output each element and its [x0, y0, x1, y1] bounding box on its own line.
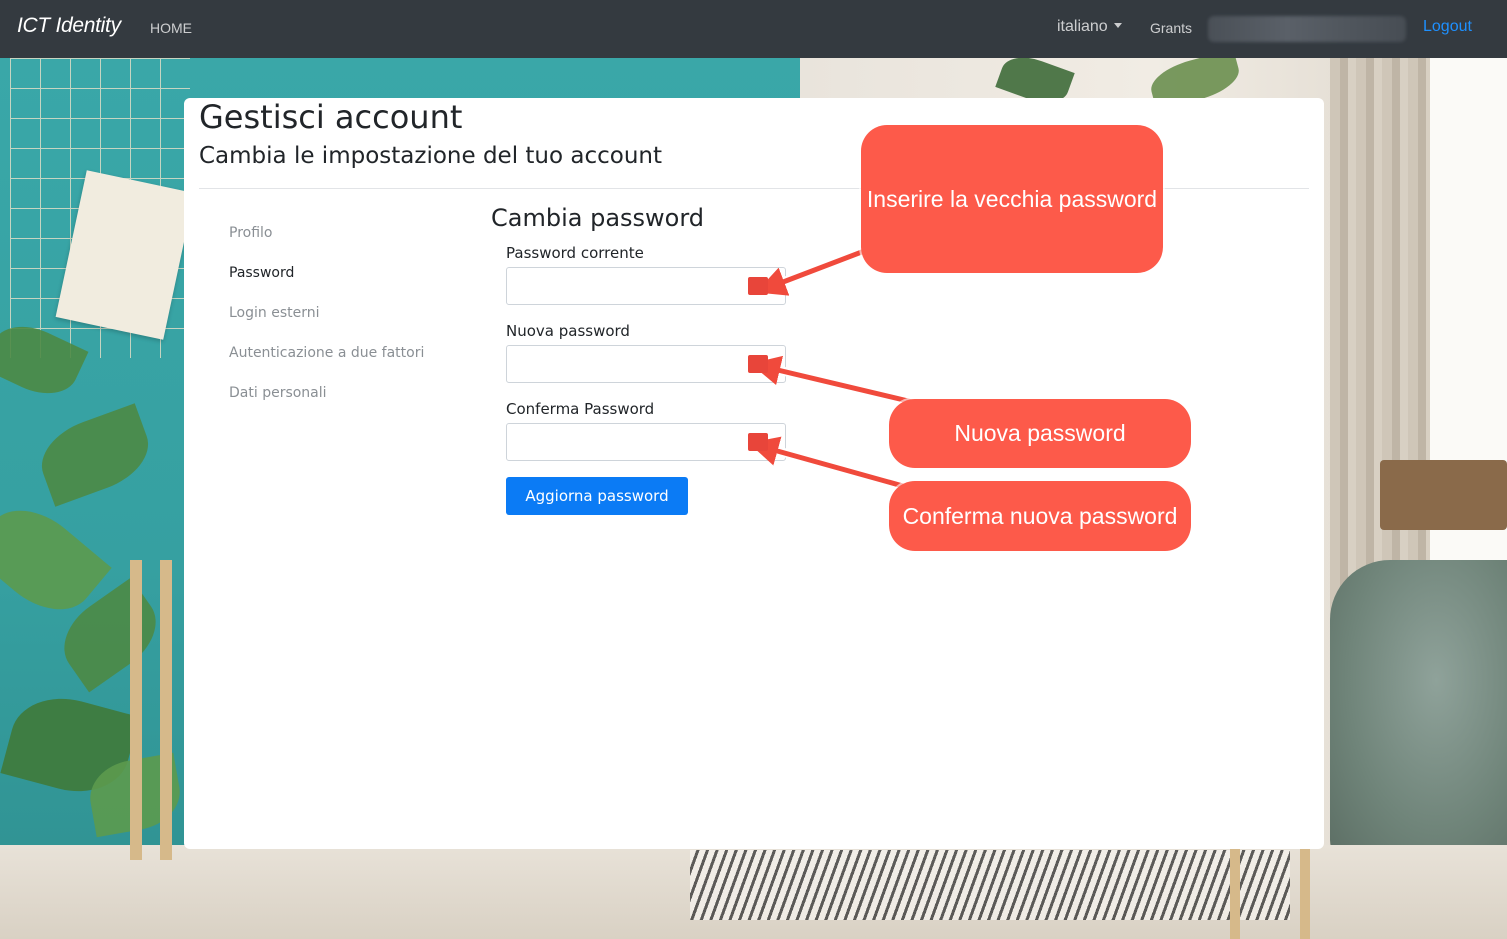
account-sidebar: Profilo Password Login esterni Autentica…: [229, 223, 469, 423]
language-dropdown[interactable]: italiano: [1057, 18, 1122, 36]
confirm-password-input[interactable]: [506, 423, 786, 461]
new-password-input[interactable]: [506, 345, 786, 383]
language-label: italiano: [1057, 18, 1108, 35]
top-navbar: ICT Identity HOME italiano Grants Logout: [0, 0, 1507, 58]
callout-old-password: Inserire la vecchia password: [861, 125, 1163, 273]
user-email-blurred[interactable]: [1208, 16, 1406, 42]
chevron-down-icon: [1113, 23, 1122, 28]
sidebar-item-external-logins[interactable]: Login esterni: [229, 303, 469, 343]
callout-confirm-password: Conferma nuova password: [889, 481, 1191, 551]
confirm-password-label: Conferma Password: [506, 400, 655, 418]
sidebar-item-password[interactable]: Password: [229, 263, 469, 303]
current-password-input[interactable]: [506, 267, 786, 305]
logout-link[interactable]: Logout: [1423, 18, 1472, 36]
sidebar-item-two-factor[interactable]: Autenticazione a due fattori: [229, 343, 469, 383]
callout-new-password: Nuova password: [889, 399, 1191, 468]
new-password-label: Nuova password: [506, 322, 630, 340]
change-password-title: Cambia password: [491, 204, 705, 232]
nav-home-link[interactable]: HOME: [150, 20, 192, 36]
sidebar-item-profile[interactable]: Profilo: [229, 223, 469, 263]
brand-logo[interactable]: ICT Identity: [17, 14, 121, 38]
page-title: Gestisci account: [199, 98, 463, 136]
current-password-label: Password corrente: [506, 244, 644, 262]
sidebar-item-personal-data[interactable]: Dati personali: [229, 383, 469, 423]
page-subtitle: Cambia le impostazione del tuo account: [199, 143, 662, 169]
update-password-button[interactable]: Aggiorna password: [506, 477, 688, 515]
nav-grants-link[interactable]: Grants: [1150, 20, 1192, 36]
